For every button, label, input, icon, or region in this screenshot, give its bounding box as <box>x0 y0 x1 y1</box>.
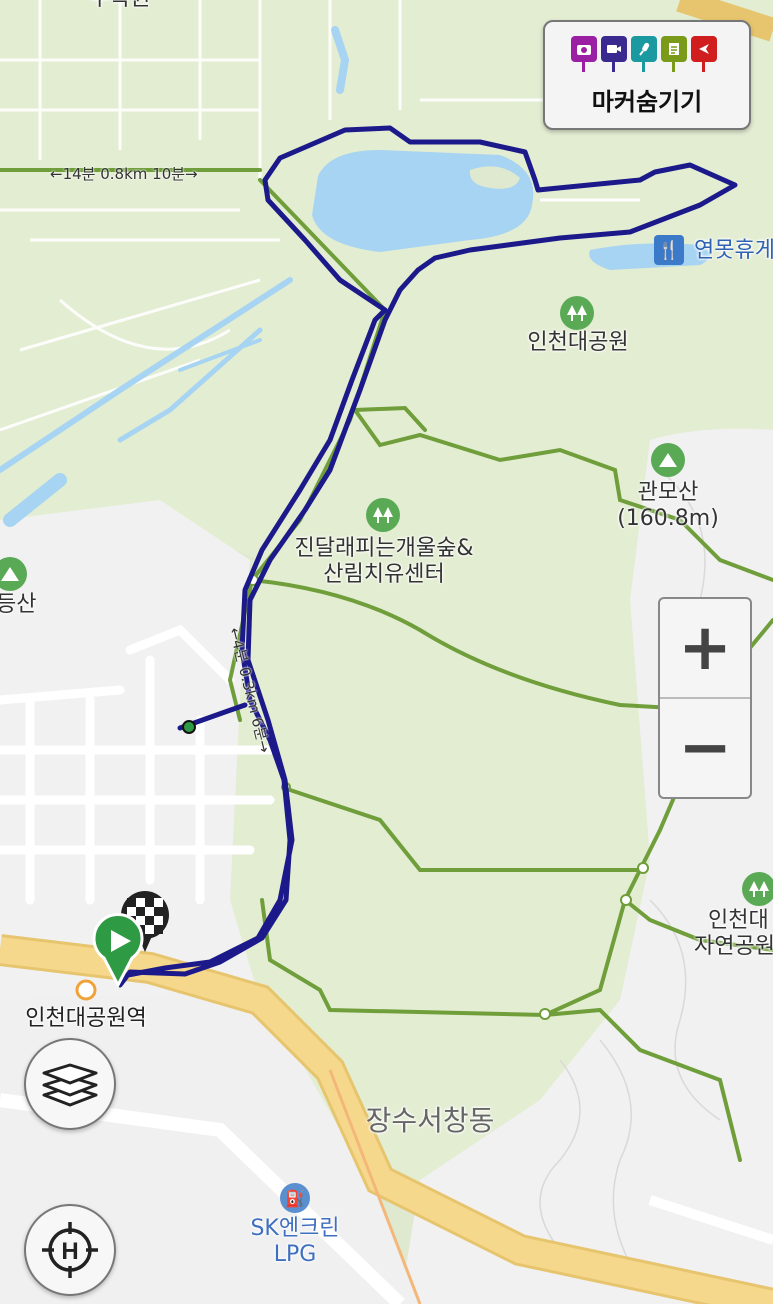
label-left-mountain: 등산 <box>0 592 37 617</box>
label-district: 장수서창동 <box>365 1104 495 1137</box>
label-nature-park-line2: 자연공원 <box>694 934 773 960</box>
label-station: 인천대공원역 <box>25 1006 147 1031</box>
label-forest-center: 진달래피는개울숲& 산림치유센터 <box>294 536 473 589</box>
zoom-control: + − <box>658 597 752 799</box>
svg-text:H: H <box>61 1238 78 1265</box>
label-restarea: 연못휴게 <box>694 238 773 263</box>
label-gas-line2: LPG <box>273 1242 317 1268</box>
mountain-poi-icon <box>651 443 685 477</box>
label-nature-park-line1: 인천대 <box>708 908 769 933</box>
label-arboretum: 수목원 <box>90 0 151 12</box>
label-mountain-height: (160.8m) <box>617 506 719 532</box>
label-gas-line1: SK엔크린 <box>250 1216 340 1241</box>
marker-icons-row <box>571 36 717 72</box>
marker-toggle-panel[interactable]: 마커숨기기 <box>543 20 751 130</box>
my-location-button[interactable]: H <box>24 1204 116 1296</box>
label-nature-park: 인천대 자연공원 <box>694 908 773 961</box>
crosshair-icon: H <box>42 1222 98 1278</box>
park-poi-icon <box>560 296 594 330</box>
audio-marker-icon <box>631 36 657 72</box>
label-mountain-name: 관모산 <box>637 480 699 505</box>
layers-button[interactable] <box>24 1038 116 1130</box>
gas-station-poi-icon: ⛽ <box>280 1183 310 1213</box>
camera-marker-icon <box>571 36 597 72</box>
video-marker-icon <box>601 36 627 72</box>
zoom-in-button[interactable]: + <box>660 599 750 697</box>
forest-poi-icon <box>366 498 400 532</box>
layers-icon <box>42 1063 98 1107</box>
trail-segment-label-top: ←14분 0.8km 10분→ <box>50 165 198 183</box>
restarea-poi-icon: 🍴 <box>654 235 684 265</box>
label-forest-line1: 진달래피는개울숲& <box>294 536 474 561</box>
zoom-out-button[interactable]: − <box>660 697 750 797</box>
memo-marker-icon <box>661 36 687 72</box>
label-incheon-grand-park: 인천대공원 <box>527 330 629 355</box>
flag-marker-icon <box>691 36 717 72</box>
label-mountain: 관모산 (160.8m) <box>617 480 719 533</box>
nature-park-poi-icon <box>742 872 773 906</box>
marker-toggle-label: 마커숨기기 <box>591 88 703 116</box>
label-gas-station: SK엔크린 LPG <box>250 1216 339 1269</box>
label-forest-line2: 산림치유센터 <box>323 562 445 588</box>
